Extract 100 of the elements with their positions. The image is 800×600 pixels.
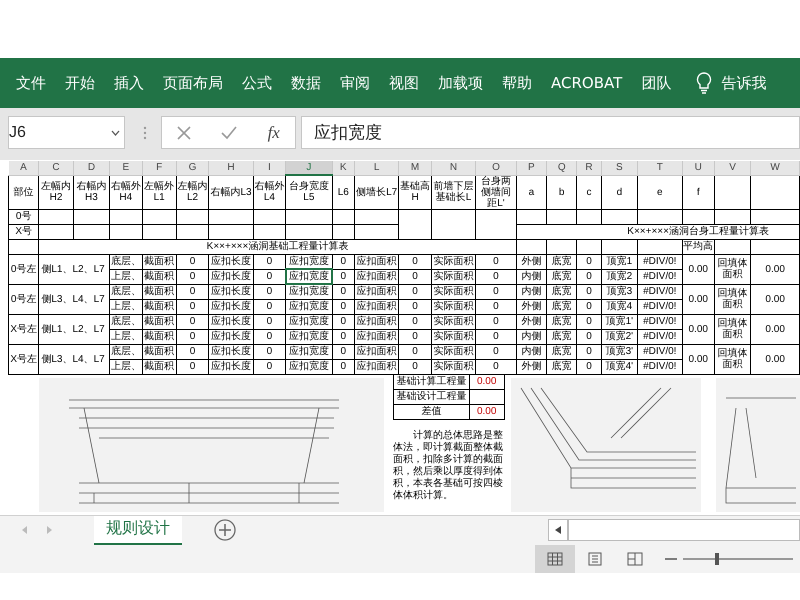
- table-cell: 实际面积: [431, 344, 476, 359]
- table-cell: 0: [476, 269, 516, 284]
- table-cell: 实际面积: [431, 314, 476, 329]
- column-heading: 基础高H: [398, 175, 432, 209]
- ribbon-tab[interactable]: 视图: [389, 72, 419, 94]
- table-cell: 底宽: [546, 344, 577, 359]
- table-cell: 应扣长度: [208, 299, 254, 314]
- horizontal-scrollbar[interactable]: [568, 519, 800, 541]
- ribbon-tab[interactable]: 帮助: [502, 72, 532, 94]
- table-cell: 0: [398, 344, 432, 359]
- column-heading: a: [516, 175, 547, 209]
- selected-cell[interactable]: 应扣宽度: [286, 269, 332, 284]
- row-label: 0号: [8, 209, 39, 224]
- table-cell: 底宽: [546, 314, 577, 329]
- table-cell: 应扣面积: [354, 269, 399, 284]
- column-header[interactable]: W: [750, 161, 800, 175]
- table-cell: 0: [576, 359, 602, 374]
- table-cell: 0: [332, 254, 354, 269]
- page-icon: [587, 552, 603, 566]
- table-cell: 底宽: [546, 359, 577, 374]
- column-header[interactable]: O: [476, 161, 516, 175]
- table-cell: 应扣宽度: [286, 314, 332, 329]
- table-cell: 基础计算工程量: [394, 374, 470, 388]
- table-cell: 应扣宽度: [286, 299, 332, 314]
- table-cell: 截面积: [142, 254, 176, 269]
- table-cell: 0: [253, 344, 286, 359]
- ribbon-tab[interactable]: 页面布局: [163, 72, 223, 94]
- insert-function-button[interactable]: fx: [268, 120, 280, 146]
- table-cell: #DIV/0!: [638, 329, 682, 344]
- ribbon-tab[interactable]: 审阅: [340, 72, 370, 94]
- add-sheet-icon[interactable]: [214, 519, 236, 541]
- ribbon-tab[interactable]: 公式: [242, 72, 272, 94]
- column-header[interactable]: V: [714, 161, 751, 175]
- column-header[interactable]: D: [73, 161, 110, 175]
- column-header[interactable]: T: [638, 161, 682, 175]
- table-cell: 0.00: [682, 314, 714, 344]
- column-header[interactable]: U: [682, 161, 714, 175]
- column-heading: e: [638, 175, 682, 209]
- table-cell: 底宽: [546, 284, 577, 299]
- table-cell: 0: [176, 314, 209, 329]
- check-icon[interactable]: [221, 126, 238, 140]
- column-heading: 台身宽度L5: [286, 175, 332, 209]
- table-cell: 截面积: [142, 359, 176, 374]
- column-header[interactable]: I: [253, 161, 286, 175]
- row-label: 0号左: [8, 254, 39, 284]
- table-cell: 内侧: [516, 329, 547, 344]
- table-cell: 0: [332, 284, 354, 299]
- table-cell: 0: [253, 329, 286, 344]
- cancel-icon[interactable]: [177, 126, 192, 140]
- table-cell: 0: [253, 359, 286, 374]
- column-header[interactable]: E: [110, 161, 142, 175]
- table-cell: 截面积: [142, 314, 176, 329]
- tell-me-button[interactable]: 告诉我: [721, 72, 766, 94]
- column-header[interactable]: H: [208, 161, 254, 175]
- column-header[interactable]: A: [8, 161, 39, 175]
- column-header[interactable]: J: [286, 161, 332, 175]
- ribbon-tab[interactable]: ACROBAT: [551, 72, 622, 94]
- scroll-left-button[interactable]: [548, 519, 568, 541]
- table-cell: 上层、: [110, 299, 142, 314]
- ribbon-tab[interactable]: 团队: [641, 72, 672, 94]
- table-cell: 实际面积: [431, 254, 476, 269]
- table-cell: 0: [176, 359, 209, 374]
- table-cell: 应扣长度: [208, 329, 254, 344]
- table-title: K××+×××涵洞台身工程量计算表: [516, 224, 800, 239]
- column-header[interactable]: K: [332, 161, 354, 175]
- table-cell: 0: [253, 314, 286, 329]
- table-cell: 0: [398, 269, 432, 284]
- sheet-tab[interactable]: 规则设计: [94, 516, 182, 544]
- column-heading: 侧墙长L7: [354, 175, 399, 209]
- ribbon-tab[interactable]: 文件: [16, 72, 46, 94]
- table-cell: 0.00: [682, 254, 714, 284]
- table-cell: 0: [576, 344, 602, 359]
- column-header[interactable]: R: [576, 161, 602, 175]
- left-triangle-icon: [555, 526, 561, 534]
- column-header[interactable]: N: [431, 161, 476, 175]
- table-cell: 0: [176, 284, 209, 299]
- column-header[interactable]: Q: [546, 161, 577, 175]
- normal-view-button[interactable]: [535, 544, 575, 572]
- column-header[interactable]: P: [516, 161, 547, 175]
- slider-thumb[interactable]: [714, 552, 719, 564]
- column-header[interactable]: L: [354, 161, 399, 175]
- column-header[interactable]: C: [38, 161, 74, 175]
- drag-handle-icon[interactable]: [143, 126, 147, 140]
- ribbon-tab[interactable]: 插入: [114, 72, 144, 94]
- name-box[interactable]: J6: [8, 116, 125, 149]
- ribbon-tab[interactable]: 加载项: [438, 72, 483, 94]
- column-header[interactable]: G: [176, 161, 209, 175]
- formula-field[interactable]: 应扣宽度: [301, 116, 800, 149]
- column-header[interactable]: S: [601, 161, 638, 175]
- zoom-out-icon[interactable]: [665, 556, 677, 560]
- ribbon-tab[interactable]: 数据: [291, 72, 321, 94]
- column-header[interactable]: F: [142, 161, 176, 175]
- ribbon-tab[interactable]: 开始: [65, 72, 95, 94]
- zoom-slider[interactable]: [683, 552, 793, 564]
- column-heading: b: [546, 175, 577, 209]
- split-page-icon: [627, 552, 643, 566]
- table-cell: 应扣面积: [354, 284, 399, 299]
- column-header[interactable]: M: [398, 161, 432, 175]
- lightbulb-icon[interactable]: [696, 72, 712, 94]
- table-cell: 截面积: [142, 284, 176, 299]
